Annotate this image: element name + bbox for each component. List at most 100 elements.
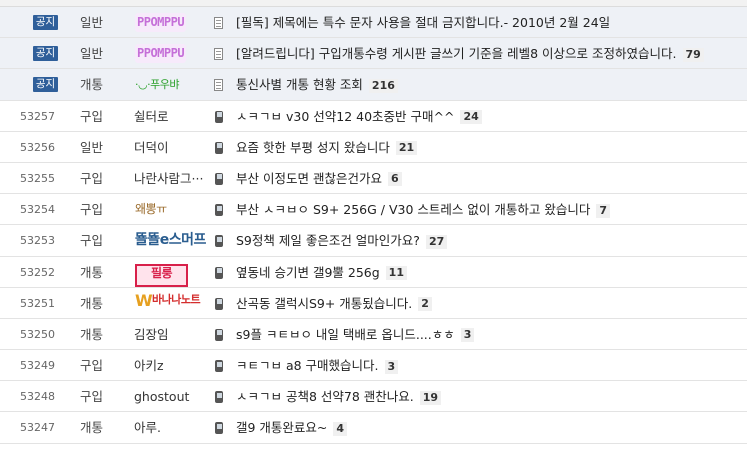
doc-icon: [214, 79, 223, 92]
category-label: 개통: [80, 77, 104, 93]
post-title-text: 부산 이정도면 괜찮은건가요: [236, 170, 382, 186]
post-title-text: 부산 ㅅㅋㅂㅇ S9+ 256G / V30 스트레스 없이 개통하고 왔습니다: [236, 202, 591, 218]
category-label: 일반: [80, 46, 104, 62]
mobile-icon: [215, 391, 223, 404]
table-row[interactable]: 53253 구입 뚈뚈e스머프 S9정책 제일 좋은조건 얼마인가요? 27: [0, 225, 747, 257]
author-nickname[interactable]: ·◡·푸우뱌: [135, 75, 179, 94]
post-title-link[interactable]: 부산 ㅅㅋㅂㅇ S9+ 256G / V30 스트레스 없이 개통하고 왔습니다…: [236, 194, 610, 225]
mobile-icon: [215, 422, 223, 435]
category-label: 개통: [80, 295, 104, 311]
notice-badge: 공지: [33, 46, 58, 62]
post-title-text: 산곡동 갤럭시S9+ 개통됬습니다.: [236, 295, 413, 311]
mobile-icon: [215, 172, 223, 185]
mobile-icon: [215, 110, 223, 123]
comment-count[interactable]: 21: [395, 141, 418, 156]
author-nickname[interactable]: PPOMPPU: [135, 44, 187, 64]
author-name[interactable]: 쉴터로: [134, 101, 169, 132]
post-title-link[interactable]: 통신사별 개통 현황 조회 216: [236, 69, 398, 100]
post-title-link[interactable]: [필독] 제목에는 특수 문자 사용을 절대 금지합니다.- 2010년 2월 …: [236, 7, 610, 38]
post-title-text: S9정책 제일 좋은조건 얼마인가요?: [236, 233, 420, 249]
category-label: 구입: [80, 358, 104, 374]
comment-count[interactable]: 3: [384, 359, 399, 374]
mobile-icon: [215, 235, 223, 248]
author-name[interactable]: 나란사람그···: [134, 163, 203, 194]
table-row[interactable]: 53252 개통 필룽 옆동네 승기변 갤9뿔 256g 11: [0, 257, 747, 288]
post-title-text: 옆동네 승기변 갤9뿔 256g: [236, 264, 380, 280]
comment-count[interactable]: 79: [682, 47, 704, 62]
post-title-link[interactable]: 옆동네 승기변 갤9뿔 256g 11: [236, 257, 407, 288]
post-title-link[interactable]: 갤9 개통완료요~ 4: [236, 412, 348, 443]
table-row[interactable]: 53254 구입 왜뽕ㅠ 부산 ㅅㅋㅂㅇ S9+ 256G / V30 스트레스 없이…: [0, 194, 747, 226]
post-title-link[interactable]: 산곡동 갤럭시S9+ 개통됬습니다. 2: [236, 288, 432, 319]
doc-icon: [214, 48, 223, 61]
author-name[interactable]: 아루.: [134, 412, 161, 443]
category-label: 구입: [80, 389, 104, 405]
table-row[interactable]: 53257 구입 쉴터로 ㅅㅋㄱㅂ v30 선약12 40초중반 구매^^ 24: [0, 101, 747, 132]
author-nickname[interactable]: 뚈뚈e스머프: [135, 231, 206, 250]
mobile-icon: [215, 204, 223, 217]
table-row[interactable]: 53251 개통 W 바나나노트 산곡동 갤럭시S9+ 개통됬습니다. 2: [0, 288, 747, 319]
post-number: 53255: [20, 171, 55, 185]
post-title-text: 요즘 핫한 부평 성지 왔습니다: [236, 139, 390, 155]
author-name[interactable]: ghostout: [134, 381, 189, 412]
post-title-link[interactable]: ㅋㅌㄱㅂ a8 구매했습니다. 3: [236, 350, 399, 381]
notice-row[interactable]: 공지 일반 PPOMPPU [필독] 제목에는 특수 문자 사용을 절대 금지합니다.…: [0, 7, 747, 39]
post-title-text: 통신사별 개통 현황 조회: [236, 77, 363, 93]
post-title-text: s9플 ㅋㅌㅂㅇ 내일 택배로 옵니드....ㅎㅎ: [236, 326, 455, 342]
table-row[interactable]: 53247 개통 아루. 갤9 개통완료요~ 4: [0, 412, 747, 444]
category-label: 일반: [80, 15, 104, 30]
table-row[interactable]: 53256 일반 더덕이 요즘 핫한 부평 성지 왔습니다 21: [0, 132, 747, 163]
nickname-logo-icon: W: [135, 290, 153, 310]
table-row[interactable]: 53249 구입 아키z ㅋㅌㄱㅂ a8 구매했습니다. 3: [0, 350, 747, 382]
post-list: 공지 일반 PPOMPPU [필독] 제목에는 특수 문자 사용을 절대 금지합니다.…: [0, 7, 747, 444]
nickname-image-text: 바나나노트: [152, 292, 201, 306]
post-title-link[interactable]: 요즘 핫한 부평 성지 왔습니다 21: [236, 132, 418, 163]
post-title-text: [필독] 제목에는 특수 문자 사용을 절대 금지합니다.- 2010년 2월 …: [236, 15, 611, 30]
notice-row[interactable]: 공지 개통 ·◡·푸우뱌 통신사별 개통 현황 조회 216: [0, 69, 747, 101]
comment-count[interactable]: 7: [596, 203, 610, 218]
post-number: 53256: [20, 140, 55, 154]
comment-count[interactable]: 19: [419, 390, 442, 405]
mobile-icon: [215, 266, 223, 279]
post-title-link[interactable]: S9정책 제일 좋은조건 얼마인가요? 27: [236, 225, 448, 256]
author-nickname[interactable]: 왜뽕ㅠ: [135, 200, 167, 219]
mobile-icon: [215, 360, 223, 373]
author-name[interactable]: 김장임: [134, 319, 169, 350]
comment-count[interactable]: 11: [385, 266, 407, 280]
author-name[interactable]: 더덕이: [134, 132, 169, 163]
post-title-text: ㅅㅋㄱㅂ 공책8 선약78 괜찬나요.: [236, 389, 414, 405]
notice-badge: 공지: [33, 15, 58, 30]
post-title-link[interactable]: ㅅㅋㄱㅂ v30 선약12 40초중반 구매^^ 24: [236, 101, 482, 132]
comment-count[interactable]: 24: [460, 110, 482, 125]
notice-row[interactable]: 공지 일반 PPOMPPU [알려드립니다] 구입개통수령 게시판 글쓰기 기준을 레…: [0, 38, 747, 70]
post-title-link[interactable]: ㅅㅋㄱㅂ 공책8 선약78 괜찬나요. 19: [236, 381, 442, 412]
category-label: 구입: [80, 233, 104, 249]
category-label: 개통: [80, 420, 104, 436]
comment-count[interactable]: 2: [418, 297, 432, 312]
post-number: 53253: [20, 234, 55, 248]
post-number: 53257: [20, 109, 55, 123]
post-number: 53247: [20, 421, 55, 435]
table-row[interactable]: 53250 개통 김장임 s9플 ㅋㅌㅂㅇ 내일 택배로 옵니드....ㅎㅎ 3: [0, 319, 747, 351]
table-row[interactable]: 53248 구입 ghostout ㅅㅋㄱㅂ 공책8 선약78 괜찬나요. 19: [0, 381, 747, 413]
author-name[interactable]: 아키z: [134, 350, 164, 381]
mobile-icon: [215, 328, 223, 341]
post-number: 53252: [20, 265, 55, 279]
comment-count[interactable]: 216: [368, 78, 398, 93]
post-title-link[interactable]: [알려드립니다] 구입개통수령 게시판 글쓰기 기준을 레벨8 이상으로 조정하…: [236, 38, 704, 69]
comment-count[interactable]: 27: [425, 234, 448, 249]
category-label: 일반: [80, 139, 104, 155]
post-number: 53248: [20, 390, 55, 404]
author-nickname[interactable]: 필룽: [135, 263, 189, 287]
comment-count[interactable]: 6: [387, 172, 402, 187]
post-title-link[interactable]: s9플 ㅋㅌㅂㅇ 내일 택배로 옵니드....ㅎㅎ 3: [236, 319, 475, 350]
post-title-text: ㅅㅋㄱㅂ v30 선약12 40초중반 구매^^: [236, 108, 455, 124]
comment-count[interactable]: 3: [460, 328, 475, 343]
post-title-link[interactable]: 부산 이정도면 괜찮은건가요 6: [236, 163, 402, 194]
author-nickname[interactable]: PPOMPPU: [135, 13, 187, 32]
comment-count[interactable]: 4: [333, 421, 348, 436]
table-header: [0, 0, 747, 7]
post-title-text: [알려드립니다] 구입개통수령 게시판 글쓰기 기준을 레벨8 이상으로 조정하…: [236, 46, 677, 62]
doc-icon: [214, 17, 223, 29]
table-row[interactable]: 53255 구입 나란사람그··· 부산 이정도면 괜찮은건가요 6: [0, 163, 747, 195]
